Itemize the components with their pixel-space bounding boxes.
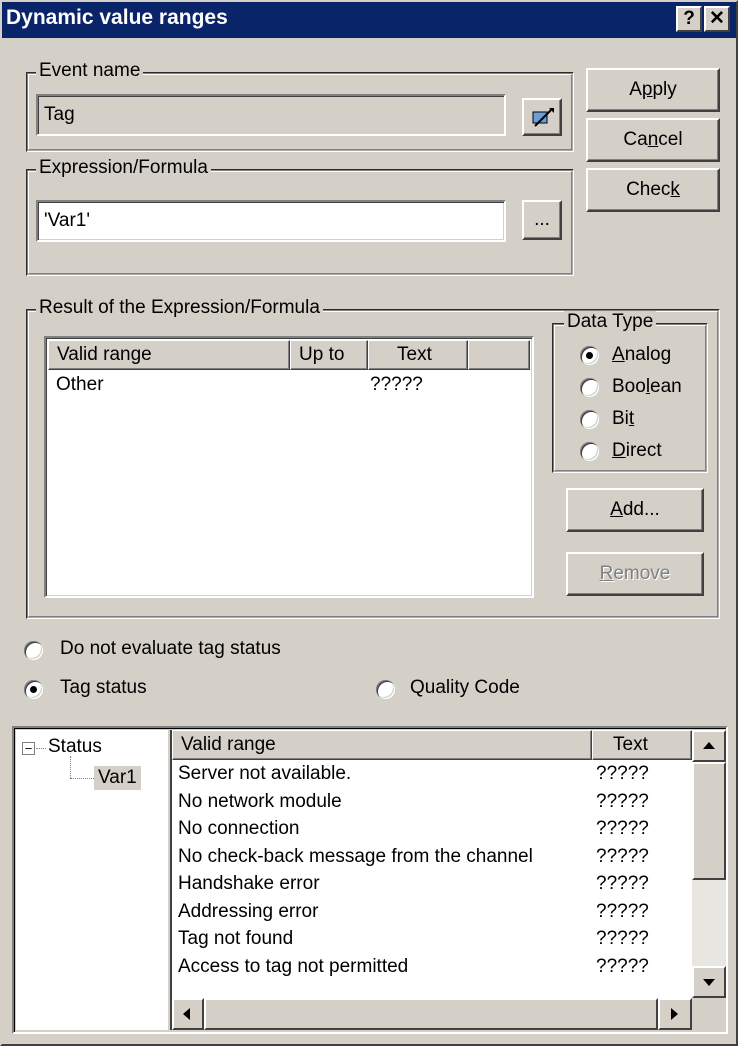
table-cell-text: ????? [596, 955, 649, 977]
table-row[interactable]: Tag not found????? [172, 925, 692, 952]
table-cell-range: Addressing error [178, 900, 319, 922]
radio-direct-label[interactable]: Direct [612, 440, 662, 462]
radio-analog-label[interactable]: Analog [612, 344, 671, 366]
minus-icon: − [24, 741, 33, 756]
event-name-legend: Event name [36, 60, 144, 82]
radio-direct[interactable] [580, 442, 599, 461]
arrow-down-icon [703, 979, 715, 986]
table-row[interactable]: Server not available.????? [172, 760, 692, 787]
column-up-to[interactable]: Up to [290, 340, 368, 370]
radio-do-not-evaluate-label[interactable]: Do not evaluate tag status [60, 638, 281, 660]
table-cell-range: Tag not found [178, 928, 294, 949]
radio-do-not-evaluate[interactable] [24, 641, 43, 660]
event-name-value: Tag [44, 104, 75, 125]
tree-connector [70, 778, 94, 779]
horizontal-scroll-thumb[interactable] [204, 998, 658, 1030]
column-empty[interactable] [468, 340, 530, 370]
event-name-field[interactable]: Tag [36, 94, 506, 136]
radio-bit-label[interactable]: Bit [612, 408, 634, 430]
close-button[interactable]: ✕ [704, 6, 730, 32]
remove-label: Remove [599, 563, 671, 584]
list-item[interactable]: Other ????? [48, 372, 532, 398]
column-status-text[interactable]: Text [592, 730, 692, 760]
arrow-right-icon [671, 1008, 678, 1020]
window-title: Dynamic value ranges [6, 6, 228, 29]
table-cell-text: ????? [596, 790, 649, 812]
radio-boolean-label[interactable]: Boolean [612, 376, 682, 398]
tree-connector [36, 748, 46, 749]
table-cell-text: ????? [596, 818, 649, 839]
table-row[interactable]: No connection????? [172, 815, 692, 842]
check-label: Check [626, 179, 680, 200]
radio-boolean[interactable] [580, 378, 599, 397]
radio-quality-code-label[interactable]: Quality Code [410, 677, 520, 699]
table-row[interactable]: No network module????? [172, 788, 692, 815]
radio-bit[interactable] [580, 410, 599, 429]
arrow-left-icon [183, 1008, 190, 1020]
cancel-button[interactable]: Cancel [586, 118, 720, 162]
tag-select-icon [532, 108, 554, 127]
tree-connector [70, 756, 71, 778]
table-cell-text: ????? [596, 763, 649, 784]
table-cell-range: No check-back message from the channel [178, 845, 533, 867]
table-cell-text: ????? [596, 845, 649, 867]
value-range-list[interactable]: Valid range Up to Text Other ????? [44, 336, 534, 598]
expression-browse-button[interactable]: ... [522, 200, 562, 240]
status-tree[interactable]: − Status Var1 [16, 730, 168, 1030]
expression-input[interactable]: 'Var1' [36, 200, 506, 242]
browse-label: ... [534, 209, 550, 230]
table-cell-text: ????? [596, 928, 649, 949]
table-row[interactable]: Access to tag not permitted????? [172, 953, 692, 980]
help-button[interactable]: ? [676, 6, 702, 32]
result-legend: Result of the Expression/Formula [36, 297, 323, 319]
table-cell-text: ????? [596, 900, 649, 922]
scroll-down-button[interactable] [692, 966, 726, 998]
scroll-thumb[interactable] [692, 762, 726, 880]
status-table[interactable]: Valid range Text Server not available.??… [170, 730, 726, 1030]
list-item-text: ????? [370, 374, 423, 395]
table-cell-range: No network module [178, 790, 342, 812]
help-icon: ? [683, 8, 695, 29]
column-status-valid-range[interactable]: Valid range [172, 730, 592, 760]
collapse-toggle-icon[interactable]: − [22, 742, 35, 755]
apply-label: Apply [629, 79, 677, 100]
table-cell-range: Server not available. [178, 763, 352, 784]
radio-tag-status[interactable] [24, 680, 43, 699]
data-type-legend: Data Type [564, 311, 657, 333]
tree-item-var1[interactable]: Var1 [94, 766, 141, 790]
radio-quality-code[interactable] [376, 680, 395, 699]
select-tag-button[interactable] [522, 98, 562, 136]
list-item-range: Other [56, 374, 104, 395]
column-text[interactable]: Text [368, 340, 468, 370]
table-row[interactable]: Addressing error????? [172, 898, 692, 925]
table-cell-text: ????? [596, 873, 649, 894]
check-button[interactable]: Check [586, 168, 720, 212]
table-cell-range: Access to tag not permitted [178, 955, 409, 977]
table-cell-range: No connection [178, 818, 300, 839]
expression-value: 'Var1' [44, 210, 90, 231]
table-row[interactable]: No check-back message from the channel??… [172, 843, 692, 870]
column-valid-range[interactable]: Valid range [48, 340, 290, 370]
add-label: Add... [610, 499, 660, 520]
apply-button[interactable]: Apply [586, 68, 720, 112]
scroll-up-button[interactable] [692, 730, 726, 762]
expression-legend: Expression/Formula [36, 157, 211, 179]
remove-button[interactable]: Remove [566, 552, 704, 596]
radio-tag-status-label[interactable]: Tag status [60, 677, 147, 699]
scroll-left-button[interactable] [172, 998, 204, 1030]
cancel-label: Cancel [623, 129, 683, 150]
scroll-right-button[interactable] [658, 998, 692, 1030]
tree-item-status[interactable]: Status [48, 736, 102, 758]
table-cell-range: Handshake error [178, 873, 320, 894]
scroll-corner [692, 998, 726, 1030]
radio-analog[interactable] [580, 346, 599, 365]
arrow-up-icon [703, 742, 715, 749]
close-icon: ✕ [709, 8, 725, 29]
table-row[interactable]: Handshake error????? [172, 870, 692, 897]
add-button[interactable]: Add... [566, 488, 704, 532]
